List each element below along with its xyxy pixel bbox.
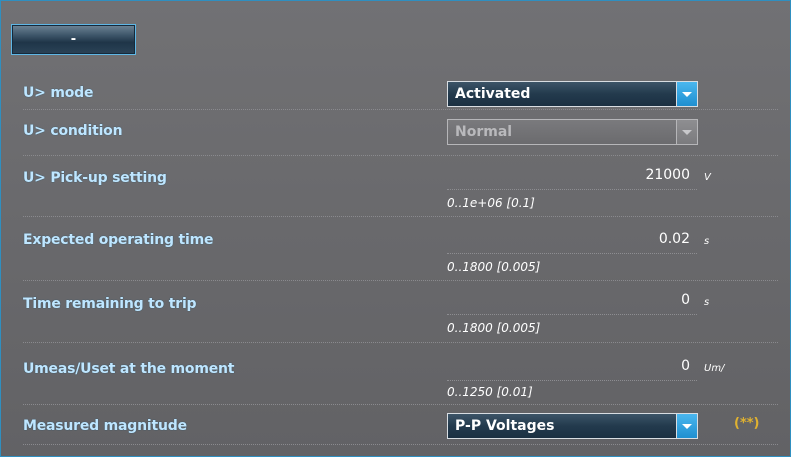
input-underline — [447, 314, 697, 315]
op-time-label: Expected operating time — [23, 232, 214, 248]
footnote-marker: (**) — [734, 416, 760, 431]
ratio-unit: Um/ — [704, 363, 725, 374]
separator — [23, 342, 778, 343]
op-time-unit: s — [704, 236, 710, 247]
mode-label: U> mode — [23, 85, 94, 101]
chevron-down-icon — [676, 120, 697, 144]
condition-select: Normal — [447, 119, 698, 145]
separator — [23, 280, 778, 281]
pickup-unit: V — [704, 172, 711, 183]
op-time-value: 0.02 — [658, 231, 690, 247]
input-underline — [447, 380, 697, 381]
pickup-label: U> Pick-up setting — [23, 170, 167, 186]
chevron-down-icon[interactable] — [676, 82, 697, 106]
condition-select-value: Normal — [455, 124, 513, 140]
remaining-unit: s — [704, 297, 710, 308]
input-underline — [447, 253, 697, 254]
separator — [23, 155, 778, 156]
op-time-range: 0..1800 [0.005] — [447, 260, 541, 274]
mode-select[interactable]: Activated — [447, 81, 698, 107]
chevron-down-icon[interactable] — [676, 414, 697, 438]
magnitude-select-value: P-P Voltages — [455, 418, 555, 434]
collapse-button[interactable]: - — [11, 24, 136, 55]
pickup-value[interactable]: 21000 — [490, 167, 690, 183]
ratio-value: 0 — [681, 358, 690, 374]
remaining-range: 0..1800 [0.005] — [447, 321, 541, 335]
condition-label: U> condition — [23, 123, 123, 139]
magnitude-select[interactable]: P-P Voltages — [447, 413, 698, 439]
separator — [23, 216, 778, 217]
separator — [23, 109, 778, 110]
separator — [23, 404, 778, 405]
ratio-label: Umeas/Uset at the moment — [23, 361, 235, 377]
settings-panel: - U> mode Activated U> condition Normal … — [0, 0, 791, 457]
mode-select-value: Activated — [455, 86, 531, 102]
pickup-range: 0..1e+06 [0.1] — [447, 196, 535, 210]
ratio-range: 0..1250 [0.01] — [447, 385, 533, 399]
remaining-label: Time remaining to trip — [23, 296, 197, 312]
input-underline — [447, 189, 697, 190]
remaining-value: 0 — [681, 292, 690, 308]
separator — [23, 444, 778, 445]
magnitude-label: Measured magnitude — [23, 418, 187, 434]
